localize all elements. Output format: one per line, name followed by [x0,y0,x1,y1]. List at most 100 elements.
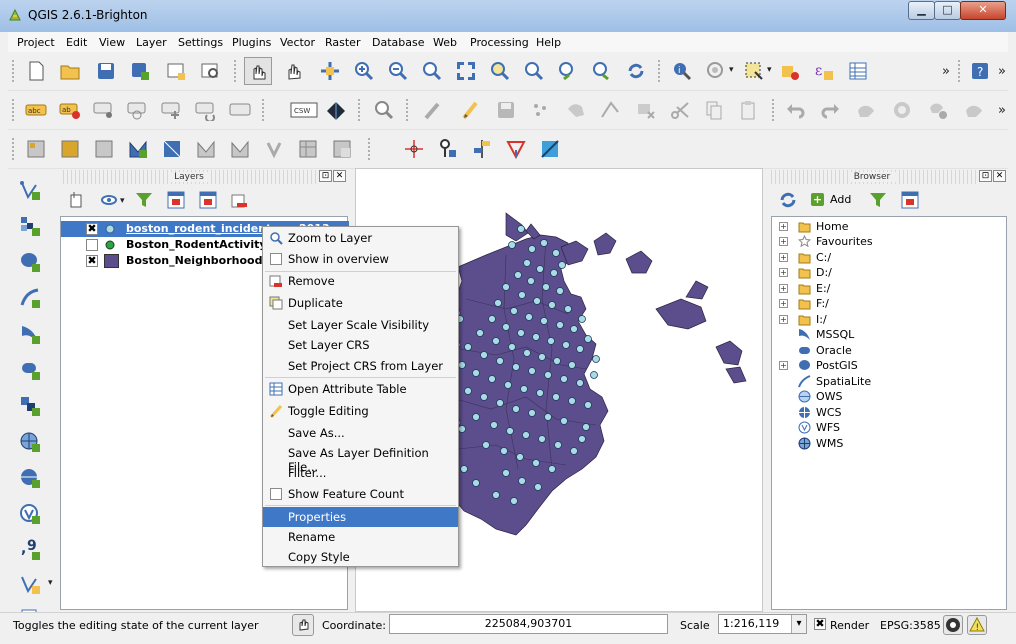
toolbar-grip[interactable] [772,99,776,121]
add-raster-layer-icon[interactable] [18,214,42,238]
menu-item-set-project-crs[interactable]: Set Project CRS from Layer [263,356,458,376]
cut-features-icon[interactable] [668,98,692,122]
browser-item-favourites[interactable]: + Favourites [772,234,1004,249]
menu-database[interactable]: Database [372,36,425,49]
menu-web[interactable]: Web [433,36,457,49]
browser-item-c-drive[interactable]: + C:/ [772,250,1004,265]
add-layer-button[interactable]: + Add [808,192,868,208]
menu-item-show-in-overview[interactable]: Show in overview [263,249,458,269]
add-vector-layer-icon[interactable] [18,178,42,202]
add-oracle-layer-icon[interactable] [18,358,42,382]
expand-toggle[interactable]: + [779,315,788,324]
toolbar-grip[interactable] [262,99,266,121]
toolbar-grip[interactable] [12,99,16,121]
browser-item-wfs[interactable]: WFS [772,420,1004,435]
layer-labeling-icon[interactable]: abc [24,98,48,122]
menu-edit[interactable]: Edit [66,36,87,49]
menu-item-remove[interactable]: Remove [263,271,458,291]
filter-legend-icon[interactable] [132,188,156,212]
menu-item-open-attribute-table[interactable]: Open Attribute Table [263,379,458,399]
toolbar-grip[interactable] [234,60,238,82]
paste-features-icon[interactable] [736,98,760,122]
layer-diagram-icon[interactable]: ab [58,98,82,122]
identify-features-icon[interactable]: i [670,59,694,83]
chevron-down-icon[interactable]: ▾ [791,615,806,633]
zoom-to-layer-icon[interactable] [522,59,546,83]
redo-icon[interactable] [818,98,842,122]
menu-item-zoom-to-layer[interactable]: Zoom to Layer [263,228,458,248]
toolbar-grip[interactable] [12,138,16,160]
browser-item-wms[interactable]: WMS [772,436,1004,451]
add-feature-icon[interactable] [528,98,552,122]
toolbar-overflow-button[interactable]: » [998,103,1006,118]
undo-icon[interactable] [784,98,808,122]
remove-layer-icon[interactable] [228,188,252,212]
add-mssql-layer-icon[interactable] [18,322,42,346]
expand-all-icon[interactable] [164,188,188,212]
browser-item-mssql[interactable]: MSSQL [772,327,1004,342]
filter-browser-icon[interactable] [866,188,890,212]
zoom-native-resolution-icon[interactable] [420,59,444,83]
layer-visibility-checkbox[interactable]: ✖ [86,223,98,235]
menu-item-set-layer-scale-visibility[interactable]: Set Layer Scale Visibility [263,315,458,335]
add-delimited-text-layer-icon[interactable]: ,9 [18,538,42,562]
menu-item-copy-style[interactable]: Copy Style [263,547,458,567]
expand-toggle[interactable]: + [779,237,788,246]
menu-raster[interactable]: Raster [325,36,360,49]
delete-selected-icon[interactable] [634,98,658,122]
menu-item-set-layer-crs[interactable]: Set Layer CRS [263,335,458,355]
zoom-to-selection-icon[interactable] [488,59,512,83]
rotate-label-icon[interactable] [194,98,218,122]
close-window-button[interactable]: ✕ [960,1,1006,20]
browser-item-i-drive[interactable]: + I:/ [772,312,1004,327]
dropdown-arrow-icon[interactable]: ▾ [120,196,125,206]
vector-geometry-icon[interactable] [126,137,150,161]
help-icon[interactable]: ? [968,59,992,83]
browser-item-e-drive[interactable]: + E:/ [772,281,1004,296]
add-wms-layer-icon[interactable] [18,430,42,454]
menu-plugins[interactable]: Plugins [232,36,271,49]
collapse-all-icon[interactable] [196,188,220,212]
expand-toggle[interactable]: + [779,268,788,277]
expand-toggle[interactable]: + [779,253,788,262]
checkbox-icon[interactable] [270,488,282,500]
layer-visibility-checkbox[interactable]: ✖ [86,255,98,267]
vector-geoprocessing-icon[interactable] [228,137,252,161]
spatial-query-icon[interactable] [538,137,562,161]
touch-zoom-pan-icon[interactable] [244,57,272,85]
copy-features-icon[interactable] [702,98,726,122]
browser-item-wcs[interactable]: WCS [772,405,1004,420]
simplify-feature-icon[interactable] [854,98,878,122]
browser-item-oracle[interactable]: Oracle [772,343,1004,358]
menu-settings[interactable]: Settings [178,36,223,49]
move-feature-icon[interactable] [564,98,588,122]
raster-info-icon[interactable] [92,137,116,161]
browser-item-ows[interactable]: OWS [772,389,1004,404]
menu-item-show-feature-count[interactable]: Show Feature Count [263,484,458,504]
refresh-icon[interactable] [624,59,648,83]
add-wcs-layer-icon[interactable] [18,466,42,490]
menu-layer[interactable]: Layer [136,36,167,49]
toolbar-grip[interactable] [406,99,410,121]
menu-view[interactable]: View [99,36,125,49]
select-features-icon[interactable] [742,59,766,83]
maximize-button[interactable]: □ [934,1,961,20]
metasearch-csw-icon[interactable]: CSW [290,98,318,122]
browser-item-f-drive[interactable]: + F:/ [772,296,1004,311]
zoom-next-icon[interactable] [590,59,614,83]
menu-project[interactable]: Project [17,36,55,49]
road-graph-icon[interactable] [470,137,494,161]
expand-toggle[interactable]: + [779,361,788,370]
dropdown-arrow-icon[interactable]: ▾ [729,65,734,75]
vector-split-icon[interactable] [330,137,354,161]
toolbar-overflow-button[interactable]: » [942,64,950,79]
mouse-coordinate-toggle[interactable] [292,614,314,636]
toolbar-grip[interactable] [958,60,962,82]
add-db2-layer-icon[interactable] [18,394,42,418]
save-project-icon[interactable] [94,59,118,83]
vector-table-icon[interactable] [296,137,320,161]
toolbar-grip[interactable] [658,60,662,82]
collapse-browser-icon[interactable] [898,188,922,212]
vector-research-icon[interactable] [160,137,184,161]
minimize-button[interactable]: ▁ [908,1,935,20]
